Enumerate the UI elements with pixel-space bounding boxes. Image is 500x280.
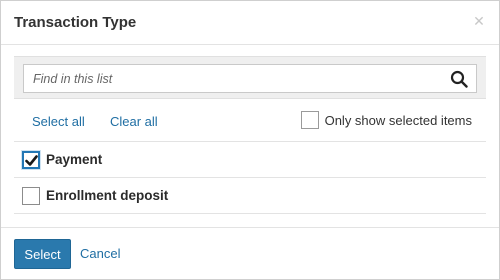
list-item-label: Payment: [46, 152, 103, 167]
dialog-header: Transaction Type ✕: [1, 1, 499, 45]
search-box: [23, 64, 477, 93]
transaction-type-dialog: Transaction Type ✕ Select all Clear all …: [0, 0, 500, 280]
list-item-payment[interactable]: Payment: [14, 142, 486, 178]
list-item-enrollment-deposit[interactable]: Enrollment deposit: [14, 178, 486, 214]
clear-all-link[interactable]: Clear all: [110, 114, 158, 129]
list-actions: Select all Clear all Only show selected …: [14, 106, 486, 136]
payment-checkbox[interactable]: [22, 150, 40, 169]
only-show-selected-checkbox[interactable]: [300, 111, 319, 129]
close-icon[interactable]: ✕: [471, 13, 487, 29]
checkmark-icon: [25, 154, 38, 166]
search-input[interactable]: [24, 65, 444, 92]
enrollment-deposit-checkbox[interactable]: [22, 186, 40, 205]
list-item-label: Enrollment deposit: [46, 188, 169, 203]
dialog-title: Transaction Type: [14, 14, 137, 31]
select-all-link[interactable]: Select all: [32, 114, 85, 129]
only-show-selected-toggle[interactable]: Only show selected items: [300, 110, 472, 130]
transaction-type-list: Payment Enrollment deposit: [14, 141, 486, 214]
search-icon[interactable]: [450, 70, 468, 88]
only-show-selected-label: Only show selected items: [324, 112, 472, 128]
dialog-footer: Select Cancel: [1, 227, 499, 279]
search-bar: [14, 56, 486, 99]
select-button[interactable]: Select: [14, 239, 71, 269]
cancel-link[interactable]: Cancel: [80, 246, 120, 261]
